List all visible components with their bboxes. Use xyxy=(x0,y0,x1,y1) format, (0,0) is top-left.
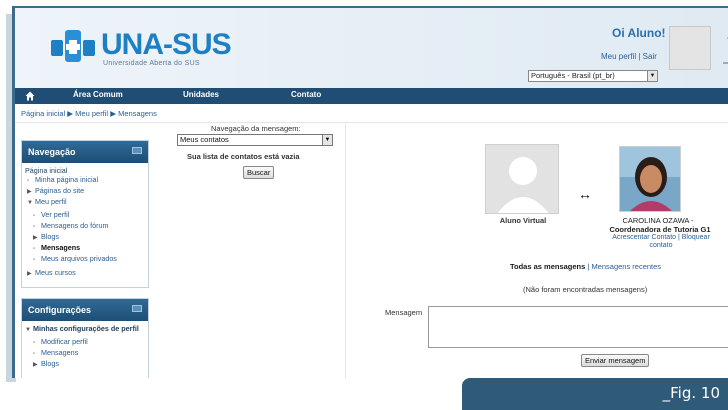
expand-arrow-icon: ▶ xyxy=(27,189,32,195)
breadcrumb-separator: ▶ xyxy=(67,109,74,118)
column-divider xyxy=(345,124,346,378)
collapse-arrow-icon: ▼ xyxy=(25,327,31,333)
breadcrumb-messages[interactable]: Mensagens xyxy=(118,109,157,118)
nav-tree-item[interactable]: ▶ Páginas do site xyxy=(27,186,145,197)
user-silhouette-icon xyxy=(486,145,558,213)
figure-caption: _Fig. 10 xyxy=(662,384,720,402)
block-contact-link[interactable]: Bloquear xyxy=(682,234,710,241)
site-header: UNA-SUS Universidade Aberta do SUS Oi Al… xyxy=(15,8,728,88)
expand-arrow-icon: ▶ xyxy=(33,362,38,368)
nav-unidades[interactable]: Unidades xyxy=(183,90,219,99)
expand-arrow-icon: ▶ xyxy=(33,235,38,241)
my-name[interactable]: Aluno Virtual xyxy=(483,216,563,225)
settings-tree-item[interactable]: ▫ Mensagens xyxy=(33,348,145,359)
chevron-down-icon: ▼ xyxy=(322,135,332,145)
nav-tree-item[interactable]: ▶ Meus cursos xyxy=(27,268,145,279)
bullet-icon: ▫ xyxy=(33,351,36,357)
settings-block-header: Configurações xyxy=(22,299,148,321)
contact-avatar[interactable] xyxy=(619,146,681,212)
nav-home-link[interactable]: Página inicial xyxy=(25,166,145,175)
home-icon[interactable] xyxy=(25,91,35,101)
user-greeting: Oi Aluno! xyxy=(612,26,666,40)
breadcrumb: Página inicial ▶ Meu perfil ▶ Mensagens xyxy=(21,109,157,118)
nav-tree-item[interactable]: ▶ Blogs xyxy=(33,232,145,243)
nav-tree-item[interactable]: ▫ Mensagens do fórum xyxy=(33,221,145,232)
nav-tree-item[interactable]: ▼ Meu perfil xyxy=(27,197,145,208)
add-contact-link[interactable]: Acrescentar Contato xyxy=(612,234,676,241)
brand-subtitle: Universidade Aberta do SUS xyxy=(103,60,200,67)
navigation-block-header: Navegação xyxy=(22,141,148,163)
bullet-icon: ▫ xyxy=(33,213,36,219)
user-silhouette-icon xyxy=(670,27,710,69)
user-avatar[interactable] xyxy=(669,26,711,70)
nav-tree-item[interactable]: ▫ Ver perfil xyxy=(33,210,145,221)
una-sus-logo-icon xyxy=(51,30,95,62)
contact-name[interactable]: CAROLINA OZAWA - xyxy=(603,216,713,225)
message-nav-selected: Meus contatos xyxy=(180,135,229,144)
settings-block: Configurações ▼ Minhas configurações de p… xyxy=(21,298,149,378)
message-textarea[interactable] xyxy=(428,306,728,348)
message-label: Mensagem xyxy=(385,308,423,317)
search-button[interactable]: Buscar xyxy=(243,166,275,179)
nav-contato[interactable]: Contato xyxy=(291,90,321,99)
nav-tree-item[interactable]: ▫ Minha página inicial xyxy=(27,175,145,186)
settings-tree-item[interactable]: ▫ Modificar perfil xyxy=(33,337,145,348)
settings-block-title: Configurações xyxy=(28,305,92,315)
brand-name: UNA-SUS xyxy=(101,28,232,61)
send-message-button[interactable]: Enviar mensagem xyxy=(581,354,650,367)
navigation-block: Navegação Página inicial ▫ Minha página i… xyxy=(21,140,149,288)
collapse-arrow-icon: ▼ xyxy=(27,200,33,206)
block-contact-link-line2[interactable]: contato xyxy=(650,242,673,249)
contact-role: Coordenadora de Tutoria G1 xyxy=(609,225,711,234)
main-navbar: Área Comum Unidades Contato xyxy=(15,88,728,104)
bullet-icon: ▫ xyxy=(27,178,30,184)
bullet-icon: ▫ xyxy=(33,246,36,252)
language-value: Português - Brasil (pt_br) xyxy=(531,71,615,80)
no-messages-text: (Não foram encontradas mensagens) xyxy=(523,285,648,294)
divider xyxy=(15,122,728,123)
settings-tree-item[interactable]: ▼ Minhas configurações de perfil xyxy=(25,324,145,335)
contacts-empty-text: Sua lista de contatos está vazia xyxy=(187,152,300,161)
contact-photo-icon xyxy=(620,147,680,211)
browser-page: UNA-SUS Universidade Aberta do SUS Oi Al… xyxy=(12,6,728,378)
dock-icon[interactable] xyxy=(132,305,142,312)
nav-area-comum[interactable]: Área Comum xyxy=(73,90,123,99)
expand-arrow-icon: ▶ xyxy=(27,271,32,277)
partner-logo-icon xyxy=(723,37,728,64)
settings-tree: ▼ Minhas configurações de perfil ▫ Modific… xyxy=(22,321,148,373)
breadcrumb-separator: ▶ xyxy=(110,109,116,118)
settings-tree-item[interactable]: ▶ Blogs xyxy=(33,359,145,370)
my-profile-link[interactable]: Meu perfil xyxy=(601,52,636,61)
tab-recent-messages[interactable]: Mensagens recentes xyxy=(591,262,661,271)
my-avatar[interactable] xyxy=(485,144,559,214)
breadcrumb-home[interactable]: Página inicial xyxy=(21,109,65,118)
conversation-arrow-icon: ↔ xyxy=(578,186,592,202)
bullet-icon: ▫ xyxy=(33,340,36,346)
bullet-icon: ▫ xyxy=(33,257,36,263)
nav-tree-item[interactable]: ▫ Meus arquivos privados xyxy=(33,254,145,265)
dock-icon[interactable] xyxy=(132,147,142,154)
navigation-tree: Página inicial ▫ Minha página inicial ▶ Pá… xyxy=(22,163,148,282)
breadcrumb-profile[interactable]: Meu perfil xyxy=(75,109,108,118)
tab-all-messages[interactable]: Todas as mensagens xyxy=(510,262,585,271)
navigation-block-title: Navegação xyxy=(28,147,76,157)
message-nav-label: Navegação da mensagem: xyxy=(211,124,301,133)
nav-tree-item-active[interactable]: ▫ Mensagens xyxy=(33,243,145,254)
bullet-icon: ▫ xyxy=(33,224,36,230)
figure-caption-tab: _Fig. 10 xyxy=(462,378,728,410)
logout-link[interactable]: Sair xyxy=(643,52,657,61)
message-tabs: Todas as mensagens | Mensagens recentes xyxy=(510,262,662,271)
language-select[interactable]: Português - Brasil (pt_br) ▼ xyxy=(528,70,658,82)
contact-actions: Acrescentar Contato | Bloquear contato xyxy=(612,234,710,249)
profile-links: Meu perfil | Sair xyxy=(601,52,657,61)
message-nav-select[interactable]: Meus contatos ▼ xyxy=(177,134,333,146)
chevron-down-icon: ▼ xyxy=(647,71,657,81)
